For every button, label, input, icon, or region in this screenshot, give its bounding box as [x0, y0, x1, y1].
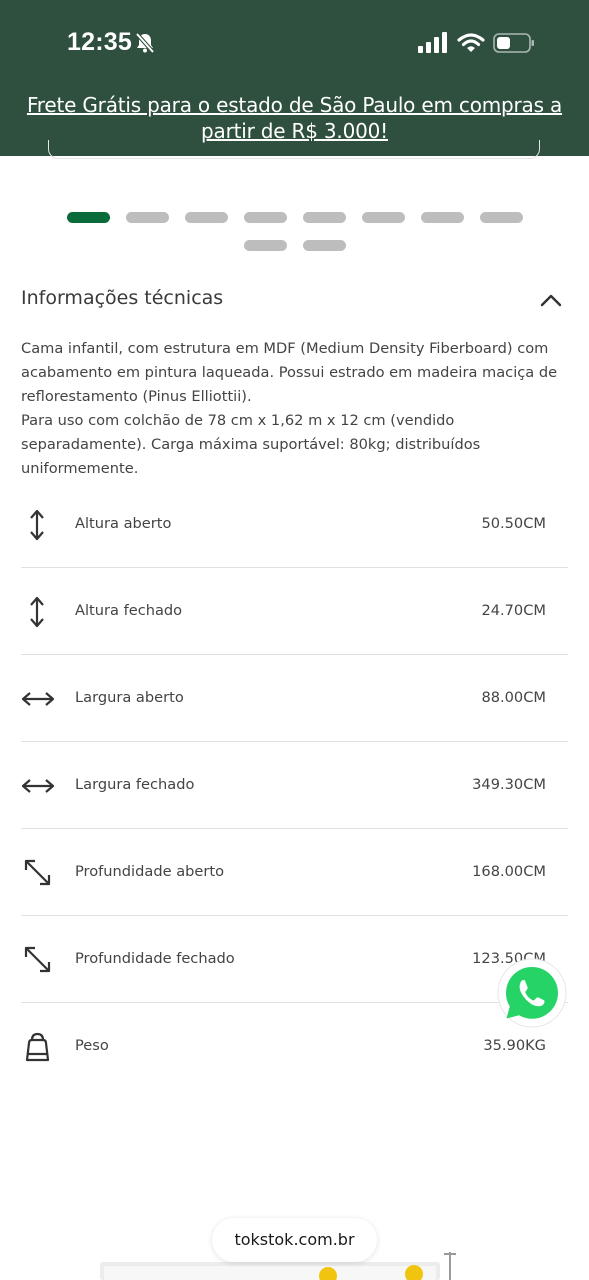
bell-slash-icon: [135, 32, 155, 54]
spec-value: 24.70CM: [481, 602, 546, 619]
battery-icon: [493, 33, 534, 53]
description-line: reflorestamento (Pinus Elliottii).: [21, 388, 252, 405]
spec-label: Profundidade fechado: [75, 950, 235, 967]
spec-value: 88.00CM: [481, 689, 546, 706]
spec-row-altura-fechado: Altura fechado 24.70CM: [21, 568, 568, 655]
spec-label: Profundidade aberto: [75, 863, 225, 880]
status-time: 12:35: [67, 28, 132, 56]
carousel-dot[interactable]: [185, 212, 228, 223]
carousel-dot[interactable]: [244, 212, 287, 223]
top-header: 12:35 Frete Grátis para o estado de São …: [0, 0, 589, 156]
spec-label: Altura fechado: [75, 602, 183, 619]
weight-icon: [25, 1032, 50, 1062]
spec-row-altura-aberto: Altura aberto 50.50CM: [21, 481, 568, 568]
vertical-arrows-icon: [30, 596, 44, 628]
carousel-dot[interactable]: [362, 212, 405, 223]
free-shipping-line-1[interactable]: Frete Grátis para o estado de São Paulo …: [0, 92, 589, 118]
diagonal-arrows-icon: [24, 859, 51, 886]
status-bar: 12:35: [0, 0, 589, 80]
whatsapp-icon[interactable]: [496, 957, 568, 1029]
carousel-dot[interactable]: [421, 212, 464, 223]
vertical-arrows-icon: [30, 509, 44, 541]
spec-label: Peso: [75, 1037, 109, 1054]
tech-info-title[interactable]: Informações técnicas: [21, 287, 223, 309]
spec-row-largura-fechado: Largura fechado 349.30CM: [21, 742, 568, 829]
description-line: acabamento em pintura laqueada. Possui e…: [21, 364, 558, 381]
carousel-dot[interactable]: [303, 240, 346, 251]
description-line: Cama infantil, com estrutura em MDF (Med…: [21, 340, 549, 357]
spec-label: Largura aberto: [75, 689, 184, 706]
spec-label: Largura fechado: [75, 776, 195, 793]
carousel-dot[interactable]: [303, 212, 346, 223]
description-line: uniformemente.: [21, 460, 139, 477]
horizontal-arrows-icon: [21, 779, 55, 793]
description-line: separadamente). Carga máxima suportável:…: [21, 436, 481, 453]
spec-row-profundidade-fechado: Profundidade fechado 123.50CM: [21, 916, 568, 1003]
description-line: Para uso com colchão de 78 cm x 1,62 m x…: [21, 412, 455, 429]
spec-value: 50.50CM: [481, 515, 546, 532]
carousel-dot[interactable]: [480, 212, 523, 223]
spec-row-largura-aberto: Largura aberto 88.00CM: [21, 655, 568, 742]
spec-list: Altura aberto 50.50CM Altura fechado 24.…: [21, 481, 568, 1090]
spec-value: 168.00CM: [472, 863, 546, 880]
chevron-up-icon[interactable]: [539, 290, 563, 310]
free-shipping-banner[interactable]: Frete Grátis para o estado de São Paulo …: [0, 92, 589, 144]
browser-url-pill[interactable]: tokstok.com.br: [212, 1218, 377, 1262]
horizontal-arrows-icon: [21, 692, 55, 706]
carousel-dot[interactable]: [126, 212, 169, 223]
spec-row-profundidade-aberto: Profundidade aberto 168.00CM: [21, 829, 568, 916]
cellular-signal-icon: [418, 32, 447, 53]
carousel-dot[interactable]: [244, 240, 287, 251]
carousel-dot[interactable]: [67, 212, 110, 223]
wifi-icon: [457, 33, 485, 52]
spec-value: 349.30CM: [472, 776, 546, 793]
spec-value: 35.90KG: [483, 1037, 546, 1054]
diagonal-arrows-icon: [24, 946, 51, 973]
product-image-card-edge: [48, 140, 540, 159]
tech-info-description: Cama infantil, com estrutura em MDF (Med…: [21, 337, 569, 481]
spec-label: Altura aberto: [75, 515, 172, 532]
spec-row-peso: Peso 35.90KG: [21, 1003, 568, 1090]
